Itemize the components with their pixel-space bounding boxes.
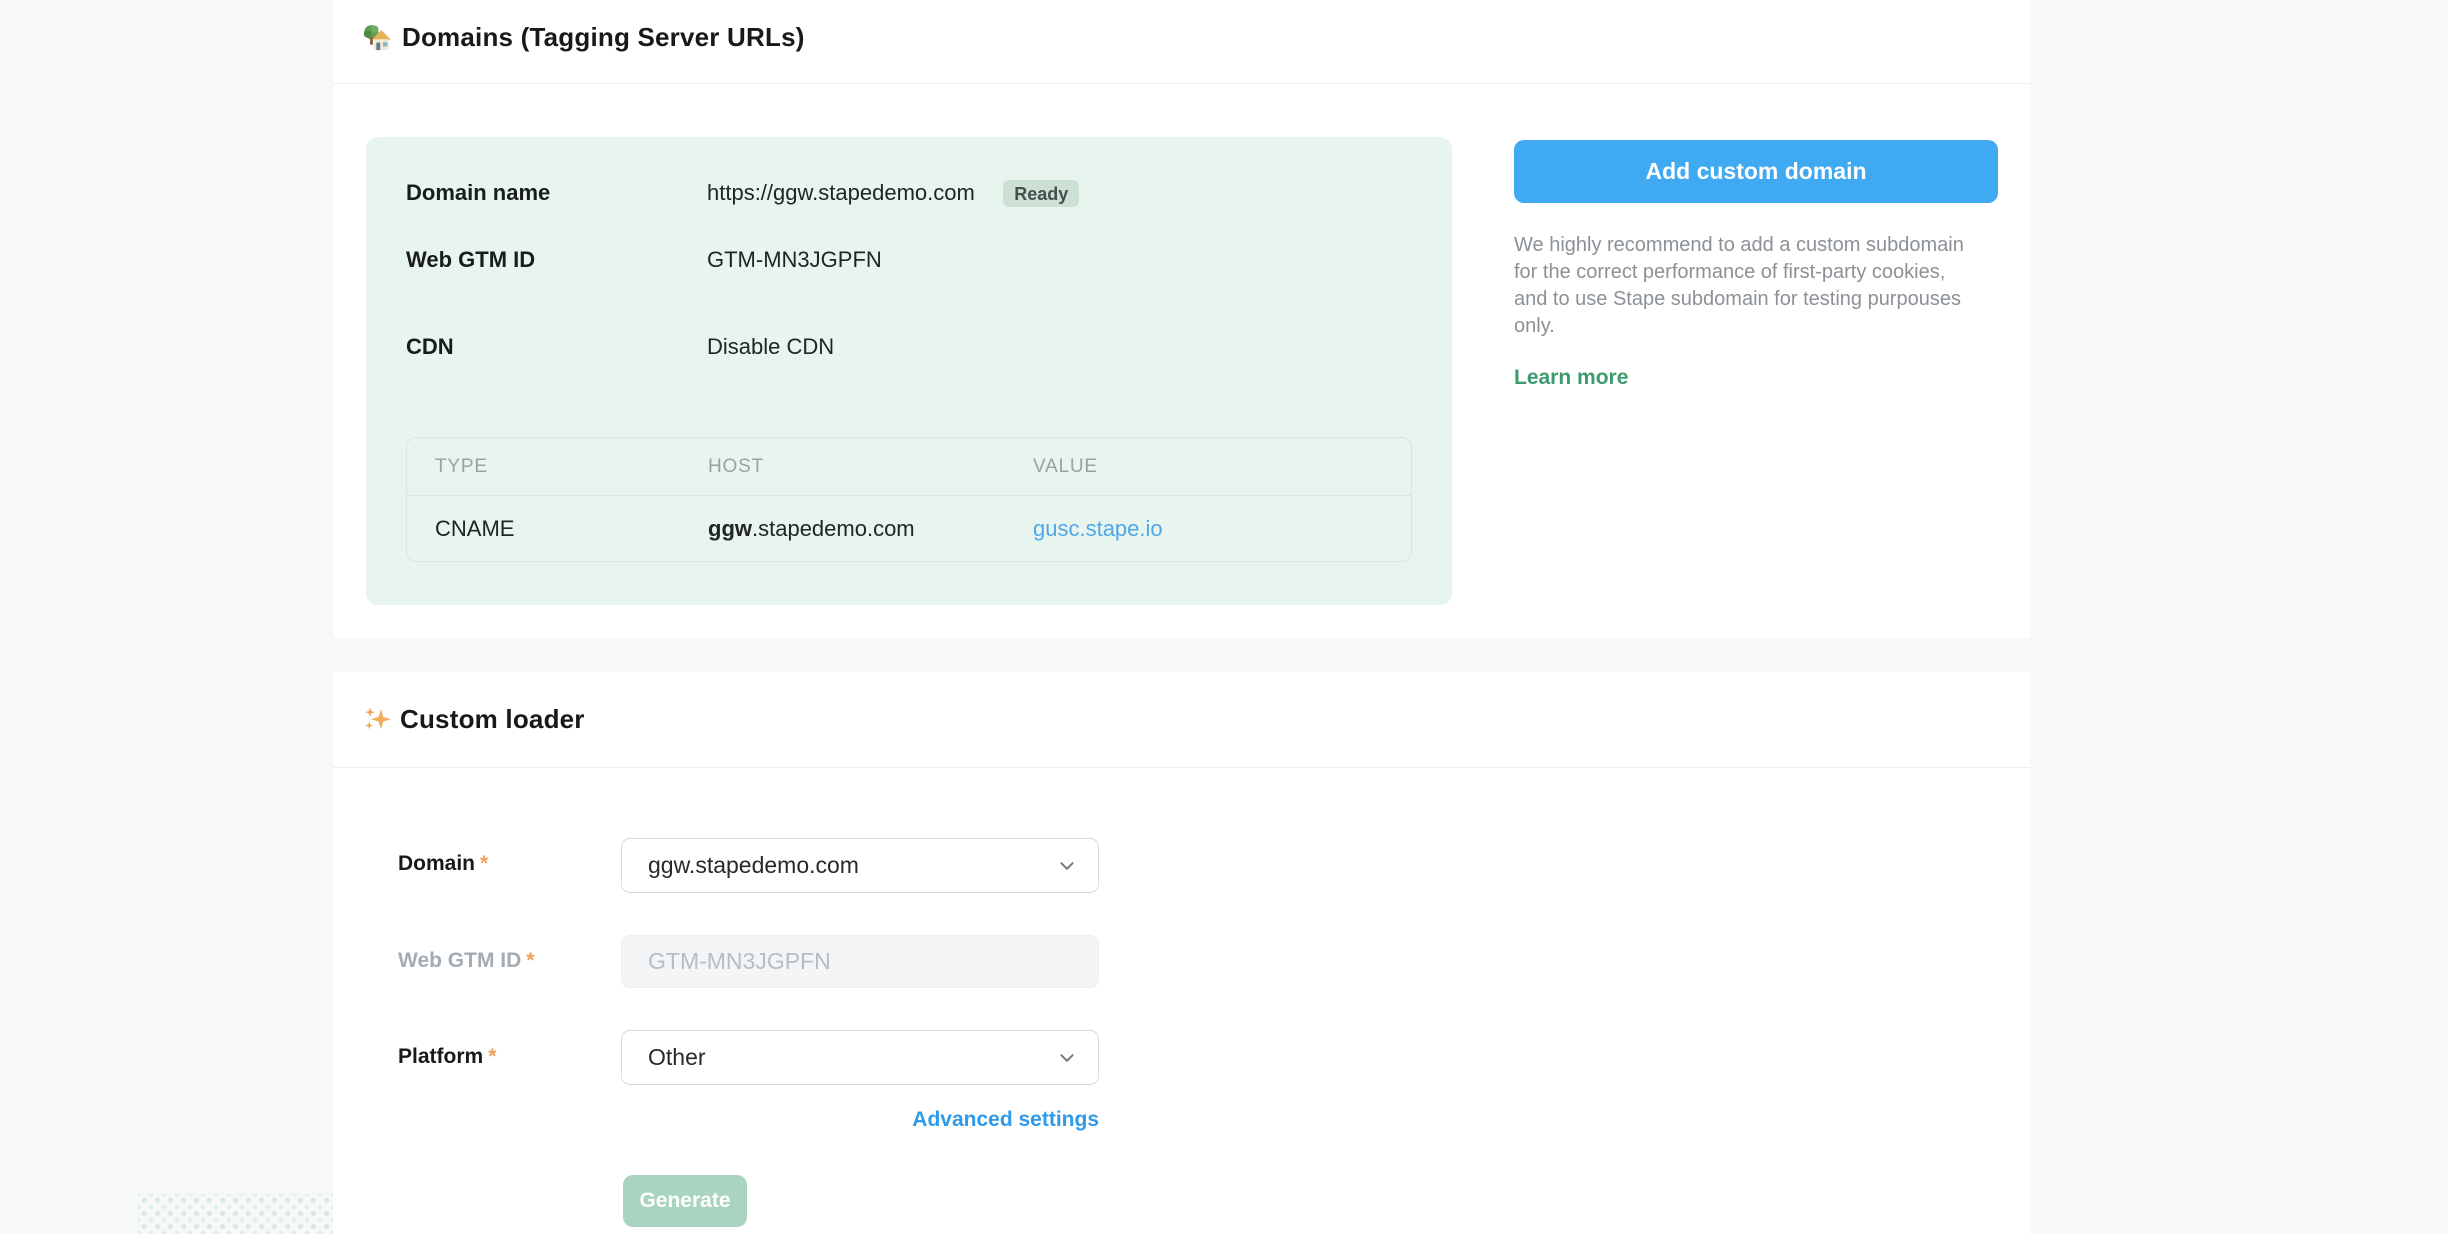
web-gtm-id-field-label: Web GTM ID* [398, 949, 534, 973]
chevron-down-icon [1058, 857, 1076, 875]
advanced-settings-link[interactable]: Advanced settings [621, 1108, 1099, 1132]
domain-name-value: https://ggw.stapedemo.com [707, 180, 975, 205]
house-with-garden-icon [363, 23, 393, 53]
custom-loader-section: Custom loader Domain* ggw.stapedemo.com … [333, 672, 2030, 1234]
dns-header-type: TYPE [407, 456, 708, 478]
domain-name-label: Domain name [406, 180, 707, 206]
dns-record-host: ggw.stapedemo.com [708, 516, 1033, 542]
cdn-value: Disable CDN [707, 334, 834, 360]
dns-record-value-link[interactable]: gusc.stape.io [1033, 516, 1163, 541]
dns-header-host: HOST [708, 456, 1033, 478]
domains-section-title: Domains (Tagging Server URLs) [402, 22, 805, 53]
required-asterisk: * [488, 1045, 496, 1068]
domain-select[interactable]: ggw.stapedemo.com [621, 838, 1099, 893]
sparkles-icon [363, 706, 391, 734]
web-gtm-id-label: Web GTM ID [406, 247, 707, 273]
domain-field-label: Domain* [398, 852, 488, 876]
web-gtm-id-row: Web GTM ID GTM-MN3JGPFN [406, 246, 1412, 274]
web-gtm-id-input[interactable] [621, 935, 1099, 988]
platform-select-value: Other [648, 1044, 706, 1071]
domain-select-value: ggw.stapedemo.com [648, 852, 859, 879]
cdn-label: CDN [406, 334, 707, 360]
domains-section: Domains (Tagging Server URLs) Domain nam… [333, 0, 2030, 638]
required-asterisk: * [526, 949, 534, 972]
custom-loader-header: Custom loader [333, 672, 2030, 768]
page: Domains (Tagging Server URLs) Domain nam… [0, 0, 2448, 1234]
generate-button[interactable]: Generate [623, 1175, 747, 1227]
custom-domain-description: We highly recommend to add a custom subd… [1514, 232, 1984, 340]
stape-domain-panel: Domain name https://ggw.stapedemo.com Re… [366, 137, 1452, 605]
decorative-dots [138, 1194, 338, 1234]
required-asterisk: * [480, 852, 488, 875]
dns-header-value: VALUE [1033, 456, 1411, 478]
dns-records-table: TYPE HOST VALUE CNAME ggw.stapedemo.com … [406, 437, 1412, 562]
web-gtm-id-value: GTM-MN3JGPFN [707, 247, 882, 273]
domains-section-header: Domains (Tagging Server URLs) [333, 0, 2030, 84]
domain-name-row: Domain name https://ggw.stapedemo.com Re… [406, 179, 1412, 207]
custom-loader-title: Custom loader [400, 704, 585, 735]
status-badge: Ready [1003, 180, 1079, 207]
platform-field-label: Platform* [398, 1045, 496, 1069]
learn-more-link[interactable]: Learn more [1514, 366, 1628, 390]
platform-select[interactable]: Other [621, 1030, 1099, 1085]
dns-table-header: TYPE HOST VALUE [407, 438, 1411, 496]
table-row: CNAME ggw.stapedemo.com gusc.stape.io [407, 496, 1411, 561]
cdn-row: CDN Disable CDN [406, 333, 1412, 361]
custom-domain-aside: Add custom domain We highly recommend to… [1514, 140, 1998, 390]
dns-record-type: CNAME [407, 516, 708, 542]
add-custom-domain-button[interactable]: Add custom domain [1514, 140, 1998, 203]
chevron-down-icon [1058, 1049, 1076, 1067]
